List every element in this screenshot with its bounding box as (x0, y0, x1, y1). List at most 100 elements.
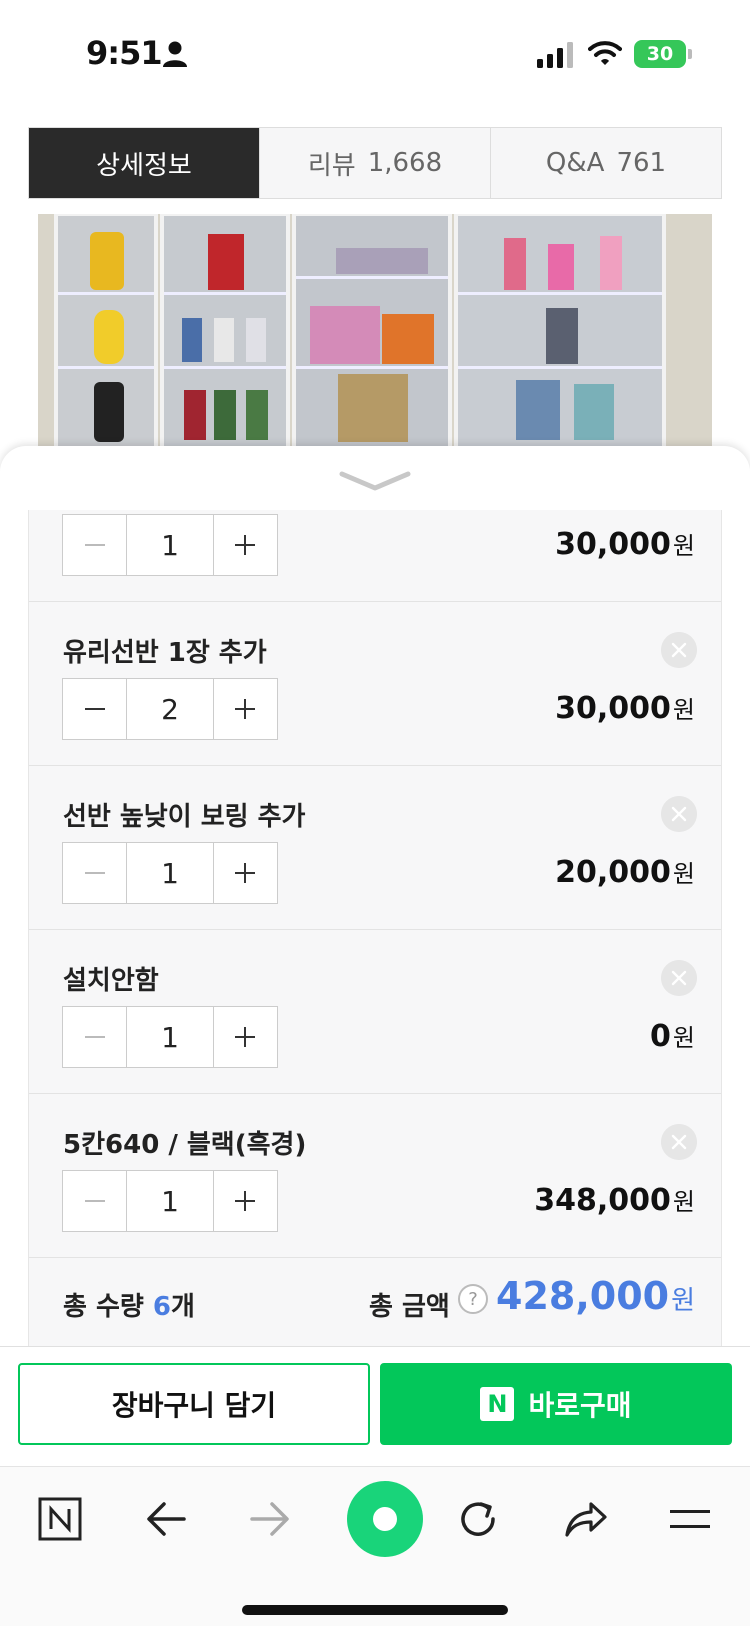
option-price: 0원 (650, 1018, 695, 1054)
back-button[interactable] (136, 1489, 196, 1549)
option-item: 5칸640 / 블랙(흑경) 1 348,000원 (29, 1094, 721, 1258)
increase-button[interactable] (214, 679, 277, 739)
option-item: 선반 높낮이 보링 추가 1 20,000원 (29, 766, 721, 930)
option-name: 유리선반 1장 추가 (63, 638, 267, 668)
minus-icon (84, 872, 105, 874)
plus-icon (235, 1191, 256, 1211)
buy-now-button[interactable]: N 바로구매 (380, 1363, 732, 1445)
total-quantity-unit: 개 (170, 1292, 195, 1322)
decrease-button[interactable] (63, 843, 126, 903)
tab-detail[interactable]: 상세정보 (29, 128, 259, 198)
plus-icon (235, 699, 256, 719)
plus-icon (235, 1027, 256, 1047)
quantity-stepper: 2 (62, 678, 278, 740)
increase-button[interactable] (214, 1171, 277, 1231)
option-item: 설치안함 1 0원 (29, 930, 721, 1094)
increase-button[interactable] (214, 515, 277, 575)
remove-option-icon[interactable] (661, 632, 697, 668)
purchase-actions: 장바구니 담기 N 바로구매 (0, 1346, 750, 1466)
total-quantity: 총 수량 6개 (63, 1286, 195, 1323)
total-quantity-value: 6 (152, 1292, 171, 1322)
option-price: 30,000원 (555, 690, 695, 726)
tab-label: Q&A (545, 148, 605, 178)
total-amount: 428,000원 (496, 1274, 695, 1318)
reload-icon (461, 1502, 495, 1536)
reload-button[interactable] (448, 1489, 508, 1549)
quantity-stepper: 1 (62, 1006, 278, 1068)
quantity-value[interactable]: 2 (126, 679, 214, 739)
option-name: 설치안함 (63, 966, 159, 996)
increase-button[interactable] (214, 1007, 277, 1067)
buy-now-label: 바로구매 (528, 1389, 632, 1422)
option-price: 20,000원 (555, 854, 695, 890)
option-item: 1 30,000원 (29, 510, 721, 602)
chevron-down-icon[interactable] (338, 470, 412, 492)
share-icon (565, 1502, 607, 1537)
forward-button[interactable] (240, 1489, 300, 1549)
order-total: 총 수량 6개 총 금액 ? 428,000원 (29, 1258, 721, 1346)
naver-home-button[interactable] (30, 1489, 90, 1549)
product-tabs: 상세정보 리뷰 1,668 Q&A 761 (28, 127, 722, 199)
tab-review[interactable]: 리뷰 1,668 (259, 128, 490, 198)
remove-option-icon[interactable] (661, 960, 697, 996)
signal-icon (537, 42, 573, 68)
menu-button[interactable] (660, 1489, 720, 1549)
total-amount-label: 총 금액 (369, 1292, 450, 1322)
minus-icon (84, 708, 105, 710)
price-value: 30,000 (555, 691, 671, 726)
tab-label: 리뷰 (307, 150, 356, 181)
price-unit: 원 (672, 1188, 695, 1216)
menu-icon (670, 1510, 710, 1528)
total-amount-unit: 원 (671, 1286, 695, 1316)
green-dot-icon (347, 1481, 423, 1557)
tab-count: 761 (616, 148, 667, 178)
price-unit: 원 (672, 1024, 695, 1052)
green-dot-button[interactable] (345, 1479, 425, 1559)
quantity-stepper: 1 (62, 514, 278, 576)
decrease-button[interactable] (63, 1007, 126, 1067)
minus-icon (84, 1200, 105, 1202)
price-value: 348,000 (534, 1183, 671, 1218)
quantity-value[interactable]: 1 (126, 1007, 214, 1067)
quantity-value[interactable]: 1 (126, 515, 214, 575)
increase-button[interactable] (214, 843, 277, 903)
option-price: 348,000원 (534, 1182, 695, 1218)
price-value: 30,000 (555, 527, 671, 562)
price-value: 0 (650, 1019, 671, 1054)
minus-icon (84, 1036, 105, 1038)
naver-home-icon (38, 1497, 82, 1541)
add-to-cart-button[interactable]: 장바구니 담기 (18, 1363, 370, 1445)
forward-arrow-icon (250, 1502, 289, 1536)
wifi-icon (588, 41, 622, 65)
minus-icon (84, 544, 105, 546)
price-unit: 원 (672, 696, 695, 724)
decrease-button[interactable] (63, 1171, 126, 1231)
tab-qna[interactable]: Q&A 761 (490, 128, 721, 198)
option-list: 1 30,000원 유리선반 1장 추가 2 30,000원 선반 높낮이 보링… (28, 510, 722, 1346)
remove-option-icon[interactable] (661, 1124, 697, 1160)
remove-option-icon[interactable] (661, 796, 697, 832)
purchase-sheet: 1 30,000원 유리선반 1장 추가 2 30,000원 선반 높낮이 보링… (0, 446, 750, 1346)
back-arrow-icon (147, 1502, 186, 1536)
home-indicator (242, 1605, 508, 1615)
option-name: 선반 높낮이 보링 추가 (63, 802, 306, 832)
status-time: 9:51 (86, 34, 163, 72)
price-unit: 원 (672, 860, 695, 888)
plus-icon (235, 535, 256, 555)
battery-cap (688, 49, 692, 59)
quantity-value[interactable]: 1 (126, 1171, 214, 1231)
option-price: 30,000원 (555, 526, 695, 562)
quantity-value[interactable]: 1 (126, 843, 214, 903)
quantity-stepper: 1 (62, 1170, 278, 1232)
option-item: 유리선반 1장 추가 2 30,000원 (29, 602, 721, 766)
help-icon[interactable]: ? (458, 1284, 488, 1314)
tab-count: 1,668 (367, 148, 443, 178)
price-unit: 원 (672, 532, 695, 560)
tab-label: 상세정보 (96, 150, 192, 181)
price-value: 20,000 (555, 855, 671, 890)
decrease-button[interactable] (63, 679, 126, 739)
total-quantity-label: 총 수량 (63, 1292, 144, 1322)
battery-icon: 30 (634, 40, 686, 68)
share-button[interactable] (556, 1489, 616, 1549)
decrease-button[interactable] (63, 515, 126, 575)
